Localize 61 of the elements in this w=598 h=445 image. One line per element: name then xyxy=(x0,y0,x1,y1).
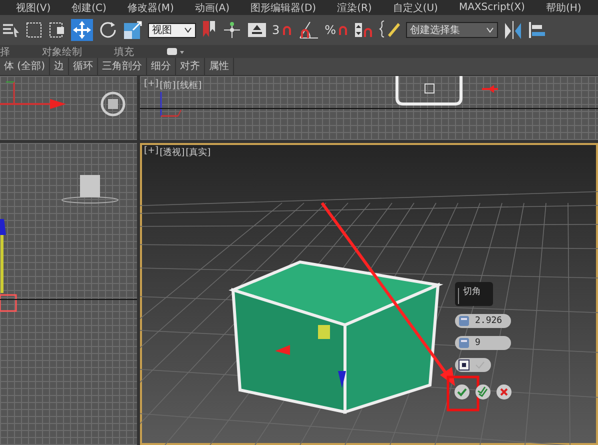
menu-item[interactable]: 修改器(M) xyxy=(127,0,174,14)
ribbon-panel-title[interactable]: 循环 xyxy=(68,58,98,75)
align-to-view-icon[interactable] xyxy=(247,21,267,39)
caddy-value-field[interactable]: 2.926 xyxy=(455,314,511,328)
menu-item[interactable]: 帮助(H) xyxy=(546,0,582,14)
pivot-icon[interactable] xyxy=(222,20,242,40)
axis-tripod-icon xyxy=(158,90,182,120)
chamfer-box-outline-drawing xyxy=(395,76,465,106)
parameter-icon xyxy=(458,337,470,349)
snap-label: 3 xyxy=(272,23,280,37)
ribbon-tab[interactable]: 填充 xyxy=(114,44,134,58)
caret-icon xyxy=(486,27,494,33)
list-icon[interactable] xyxy=(2,21,20,39)
viewport-label[interactable]: [+] xyxy=(144,146,159,159)
apply-icon[interactable] xyxy=(475,384,491,400)
angle-snap-icon[interactable] xyxy=(298,20,320,40)
highlight-frame xyxy=(446,376,480,412)
scale-icon[interactable] xyxy=(123,20,143,40)
menu-item[interactable]: 创建(C) xyxy=(72,0,106,14)
viewport-label[interactable]: [透视] xyxy=(160,146,185,159)
cancel-icon[interactable] xyxy=(496,384,512,400)
ribbon-panel-title[interactable]: 对齐 xyxy=(176,58,205,75)
ok-check-icon[interactable] xyxy=(454,384,470,400)
caret-icon xyxy=(184,27,192,33)
ribbon-panel-title[interactable]: 细分 xyxy=(146,58,176,75)
viewport-label[interactable]: [线框] xyxy=(176,79,202,92)
menu-item[interactable]: 自定义(U) xyxy=(392,0,438,14)
ribbon-panel-title[interactable]: 体 (全部) xyxy=(0,58,50,75)
front-viewport[interactable]: [+][前][线框] xyxy=(140,76,598,140)
ribbon-tab[interactable]: 择 xyxy=(0,44,10,58)
spinner-snap-icon[interactable] xyxy=(354,21,374,39)
move-icon[interactable] xyxy=(71,19,93,41)
viewport-label[interactable]: [前] xyxy=(160,79,176,92)
caddy-toggle[interactable] xyxy=(455,358,491,372)
ribbon-options-icon[interactable] xyxy=(166,46,186,56)
viewport-label[interactable]: [+] xyxy=(144,79,159,92)
perspective-viewport[interactable]: [+][透视][真实] 切角 2.926 9 xyxy=(140,143,598,445)
viewport-label[interactable]: [真实] xyxy=(186,146,211,159)
caddy-value-field[interactable]: 9 xyxy=(455,336,511,350)
menu-item[interactable]: MAXScript(X) xyxy=(458,2,525,13)
rectangle-select-icon[interactable] xyxy=(25,21,43,39)
ribbon-tab[interactable]: 对象绘制 xyxy=(42,44,82,58)
menu-item[interactable]: 动画(A) xyxy=(194,0,230,14)
align-icon[interactable] xyxy=(528,20,546,40)
percent-label: % xyxy=(324,23,336,37)
menu-item[interactable]: 渲染(R) xyxy=(337,0,372,14)
top-viewport[interactable] xyxy=(0,76,137,140)
named-selection-set-field[interactable]: 创建选择集 xyxy=(406,22,498,38)
viewcube-icon[interactable] xyxy=(100,91,126,117)
ribbon-panel-title[interactable]: 三角剖分 xyxy=(98,58,147,75)
parameter-icon xyxy=(458,315,470,327)
quad-chamfer-icon xyxy=(458,359,470,371)
mirror-icon[interactable] xyxy=(503,19,524,41)
ribbon-panel-title[interactable]: 边 xyxy=(50,58,69,75)
ribbon-panel-title[interactable]: 属性 xyxy=(204,58,234,75)
rotate-icon[interactable] xyxy=(98,20,118,40)
menu-item[interactable]: 图形编辑器(D) xyxy=(250,0,316,14)
menu-item[interactable]: 视图(V) xyxy=(16,0,51,14)
reference-coordinate-dropdown[interactable]: 视图 xyxy=(148,22,196,38)
caddy-title: 切角 xyxy=(463,286,481,299)
window-crossing-icon[interactable] xyxy=(48,21,66,39)
